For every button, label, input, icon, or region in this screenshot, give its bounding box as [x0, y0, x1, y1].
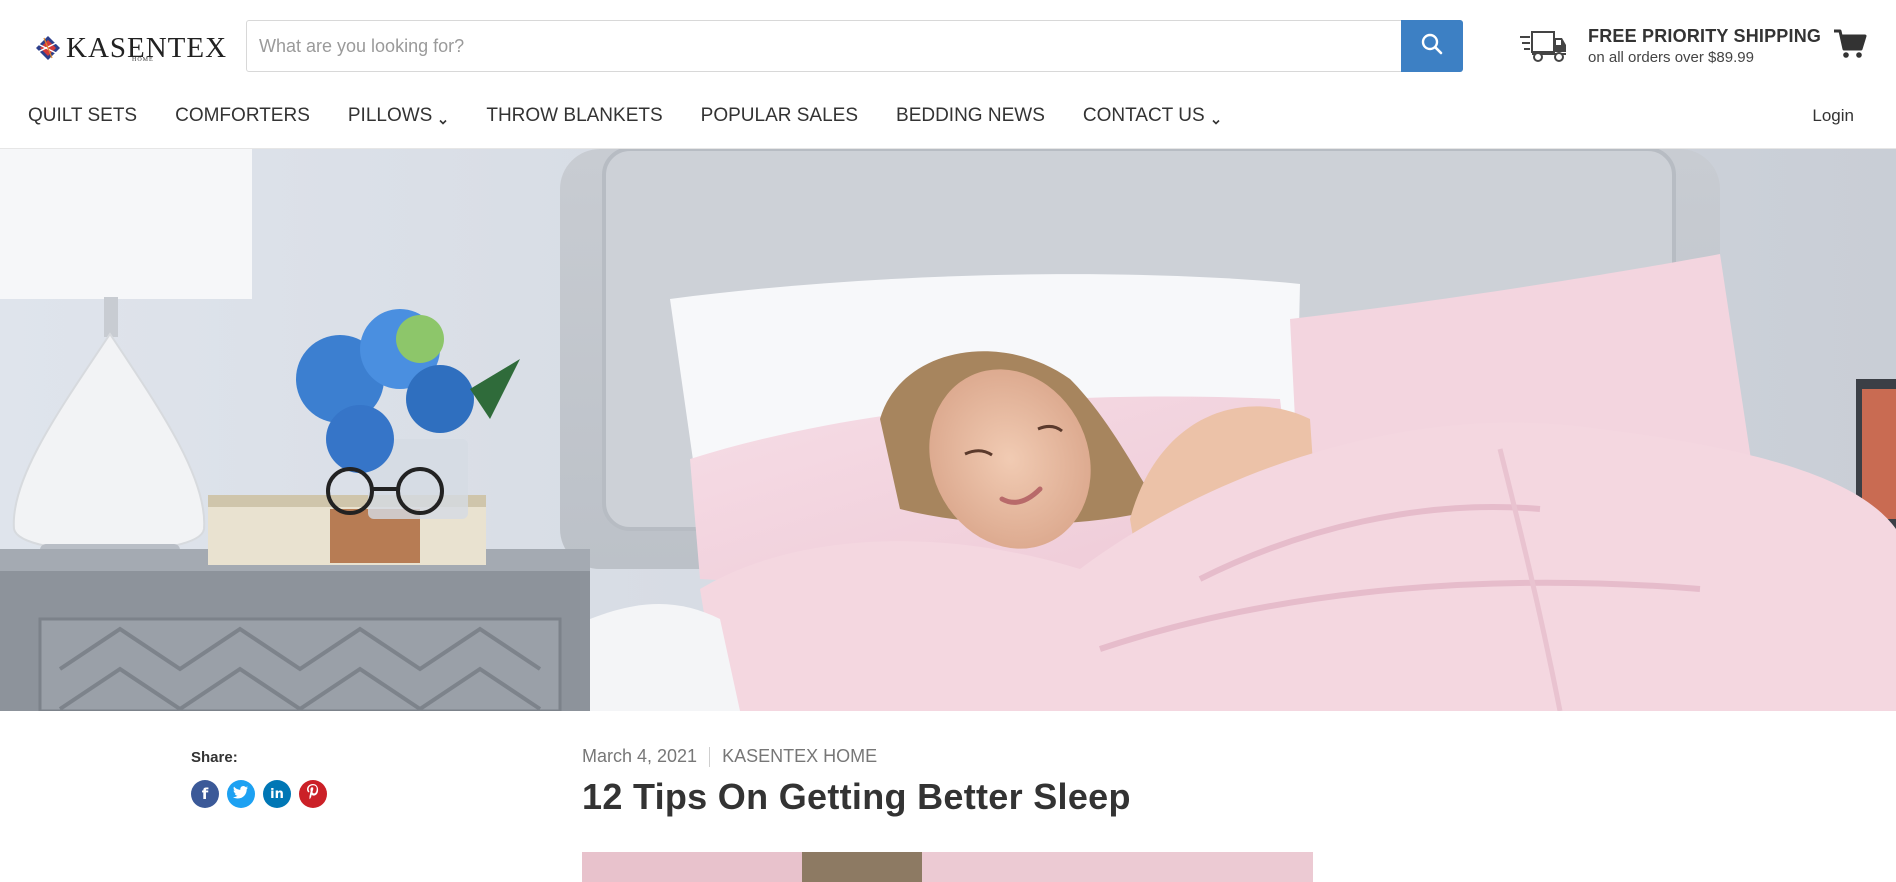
search-icon [1420, 32, 1444, 61]
brand-sub: HOME [132, 57, 154, 63]
search-bar [246, 20, 1463, 72]
search-button[interactable] [1401, 20, 1463, 72]
nav-item-label: COMFORTERS [175, 105, 310, 126]
meta-divider [709, 746, 711, 767]
nav-item-quilt-sets[interactable]: QUILT SETS [28, 105, 137, 127]
nav-item-throw-blankets[interactable]: THROW BLANKETS [486, 105, 662, 127]
nav-item-bedding-news[interactable]: BEDDING NEWS [896, 105, 1045, 127]
linkedin-share-button[interactable]: in [263, 780, 291, 808]
login-link[interactable]: Login [1812, 106, 1854, 126]
twitter-icon [233, 785, 249, 803]
nav-item-label: POPULAR SALES [700, 105, 859, 126]
linkedin-icon: in [270, 786, 284, 802]
nav-item-comforters[interactable]: COMFORTERS [175, 105, 310, 127]
nav-item-pillows[interactable]: PILLOWS [348, 105, 448, 127]
article-title: 12 Tips On Getting Better Sleep [582, 776, 1131, 817]
site-header: KASENTEX HOME What are you looking for? … [0, 0, 1896, 92]
pinterest-icon [306, 784, 320, 804]
nav-item-label: THROW BLANKETS [486, 105, 663, 126]
nav-item-label: QUILT SETS [28, 105, 138, 126]
nav-item-label: PILLOWS [347, 105, 433, 126]
facebook-icon: f [201, 785, 209, 803]
nav-list: QUILT SETS COMFORTERS PILLOWS THROW BLAN… [28, 92, 1259, 140]
chevron-down-icon [438, 111, 448, 125]
truck-icon [1518, 28, 1568, 64]
cart-icon [1832, 29, 1868, 66]
twitter-share-button[interactable] [227, 780, 255, 808]
shipping-subtitle: on all orders over $89.99 [1588, 49, 1754, 66]
nav-item-label: BEDDING NEWS [896, 105, 1045, 126]
pinterest-share-button[interactable] [299, 780, 327, 808]
chevron-down-icon [1211, 111, 1221, 125]
share-icons: f in [191, 780, 335, 808]
search-input[interactable] [259, 21, 1389, 71]
logo-mark-icon [34, 34, 62, 62]
shipping-title: FREE PRIORITY SHIPPING [1588, 26, 1822, 46]
article-author[interactable]: KASENTEX HOME [722, 746, 877, 767]
nav-item-popular-sales[interactable]: POPULAR SALES [701, 105, 858, 127]
hero-image [0, 149, 1896, 711]
nav-item-contact-us[interactable]: CONTACT US [1083, 105, 1221, 127]
article-image [582, 852, 1313, 882]
cart-button[interactable] [1832, 26, 1868, 62]
facebook-share-button[interactable]: f [191, 780, 219, 808]
brand-logo[interactable]: KASENTEX HOME [34, 28, 226, 68]
main-nav: QUILT SETS COMFORTERS PILLOWS THROW BLAN… [0, 92, 1896, 149]
article-meta: March 4, 2021 KASENTEX HOME [582, 746, 877, 767]
share-label: Share: [191, 749, 238, 766]
nav-item-label: CONTACT US [1082, 105, 1205, 126]
shipping-promo: FREE PRIORITY SHIPPING on all orders ove… [1518, 24, 1822, 70]
article-date: March 4, 2021 [582, 746, 698, 766]
